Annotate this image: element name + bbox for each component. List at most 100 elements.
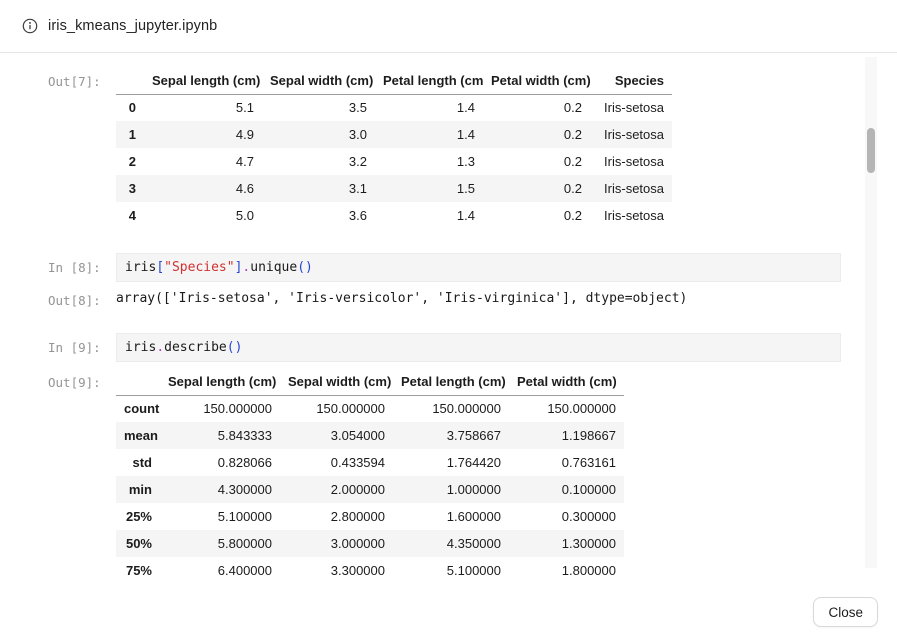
- code-token: (: [227, 340, 235, 355]
- table-cell: 3.0: [262, 121, 375, 148]
- table-cell: 3.1: [262, 175, 375, 202]
- table-cell: 5.843333: [160, 422, 280, 449]
- table-cell: 1.4: [375, 94, 483, 121]
- table-cell: 1.198667: [509, 422, 624, 449]
- table-cell: 0.763161: [509, 449, 624, 476]
- table-cell: 0.433594: [280, 449, 393, 476]
- code-token: (: [297, 260, 305, 275]
- table-row: std0.8280660.4335941.7644200.763161: [116, 449, 624, 476]
- table-cell: 1.764420: [393, 449, 509, 476]
- code-token: "Species": [164, 260, 234, 275]
- table-cell: 150.000000: [280, 395, 393, 422]
- table-header-row: Sepal length (cm)Sepal width (cm)Petal l…: [116, 68, 672, 94]
- table-cell: 3.758667: [393, 422, 509, 449]
- table-row: 45.03.61.40.2Iris-setosa: [116, 202, 672, 229]
- row-header: count: [116, 395, 160, 422]
- code-input[interactable]: iris["Species"].unique(): [116, 253, 841, 282]
- row-header: 2: [116, 148, 144, 175]
- column-header: Sepal length (cm): [144, 68, 262, 94]
- table-cell: 5.1: [144, 94, 262, 121]
- column-header: Petal length (cm): [393, 369, 509, 395]
- table-row: 05.13.51.40.2Iris-setosa: [116, 94, 672, 121]
- table-cell: 0.2: [483, 148, 590, 175]
- row-header: std: [116, 449, 160, 476]
- table-row: 25%5.1000002.8000001.6000000.300000: [116, 503, 624, 530]
- table-cell: 4.9: [144, 121, 262, 148]
- cell-out9: Out[9]: Sepal length (cm)Sepal width (cm…: [48, 369, 841, 580]
- table-cell: 0.100000: [509, 476, 624, 503]
- table-cell: 0.828066: [160, 449, 280, 476]
- output-label: Out[7]:: [48, 68, 106, 89]
- table-cell: 0.300000: [509, 503, 624, 530]
- column-header: Petal width (cm): [483, 68, 590, 94]
- cell-out8: Out[8]: array(['Iris-setosa', 'Iris-vers…: [48, 290, 841, 308]
- code-input[interactable]: iris.describe(): [116, 333, 841, 362]
- table-cell: Iris-setosa: [590, 94, 672, 121]
- table-row: min4.3000002.0000001.0000000.100000: [116, 476, 624, 503]
- preview-header: iris_kmeans_jupyter.ipynb: [0, 0, 897, 53]
- table-cell: 3.054000: [280, 422, 393, 449]
- table-cell: 150.000000: [509, 395, 624, 422]
- code-token: ): [235, 340, 243, 355]
- output-label: Out[8]:: [48, 290, 106, 308]
- table-cell: 1.000000: [393, 476, 509, 503]
- column-header: Petal length (cm): [375, 68, 483, 94]
- cell-in8: In [8]: iris["Species"].unique(): [48, 253, 841, 282]
- table-cell: 1.300000: [509, 530, 624, 557]
- row-header: 0: [116, 94, 144, 121]
- code-token: describe: [164, 340, 227, 355]
- output-area: array(['Iris-setosa', 'Iris-versicolor',…: [116, 290, 841, 308]
- input-label: In [9]:: [48, 333, 106, 362]
- row-header: 75%: [116, 557, 160, 580]
- row-header: min: [116, 476, 160, 503]
- row-header: 3: [116, 175, 144, 202]
- close-button[interactable]: Close: [813, 597, 878, 627]
- code-token: .: [156, 340, 164, 355]
- table-cell: Iris-setosa: [590, 202, 672, 229]
- table-row: 24.73.21.30.2Iris-setosa: [116, 148, 672, 175]
- table-cell: 5.0: [144, 202, 262, 229]
- info-icon: [22, 18, 38, 34]
- table-cell: 0.2: [483, 202, 590, 229]
- table-cell: 150.000000: [393, 395, 509, 422]
- table-row: 75%6.4000003.3000005.1000001.800000: [116, 557, 624, 580]
- row-header: 1: [116, 121, 144, 148]
- column-header: [116, 369, 160, 395]
- table-cell: Iris-setosa: [590, 121, 672, 148]
- column-header: [116, 68, 144, 94]
- table-cell: 1.4: [375, 202, 483, 229]
- output-area: Sepal length (cm)Sepal width (cm)Petal l…: [116, 68, 841, 229]
- notebook-content: Out[7]: Sepal length (cm)Sepal width (cm…: [0, 53, 841, 580]
- code-token: unique: [250, 260, 297, 275]
- table-cell: 2.000000: [280, 476, 393, 503]
- table-cell: 4.300000: [160, 476, 280, 503]
- table-cell: 4.350000: [393, 530, 509, 557]
- table-cell: 3.2: [262, 148, 375, 175]
- output-area: Sepal length (cm)Sepal width (cm)Petal l…: [116, 369, 841, 580]
- table-cell: 3.000000: [280, 530, 393, 557]
- table-cell: 5.800000: [160, 530, 280, 557]
- column-header: Sepal width (cm): [262, 68, 375, 94]
- file-title: iris_kmeans_jupyter.ipynb: [48, 18, 217, 34]
- table-cell: 5.100000: [393, 557, 509, 580]
- code-token: iris: [125, 260, 156, 275]
- table-row: count150.000000150.000000150.000000150.0…: [116, 395, 624, 422]
- table-cell: 0.2: [483, 175, 590, 202]
- table-cell: 4.7: [144, 148, 262, 175]
- table-row: 34.63.11.50.2Iris-setosa: [116, 175, 672, 202]
- scrollbar-thumb[interactable]: [867, 128, 875, 173]
- cell-in9: In [9]: iris.describe(): [48, 333, 841, 362]
- input-label: In [8]:: [48, 253, 106, 282]
- table-cell: Iris-setosa: [590, 175, 672, 202]
- cell-out7: Out[7]: Sepal length (cm)Sepal width (cm…: [48, 68, 841, 229]
- row-header: 4: [116, 202, 144, 229]
- code-token: ): [305, 260, 313, 275]
- text-output: array(['Iris-setosa', 'Iris-versicolor',…: [116, 290, 841, 308]
- table-row: 14.93.01.40.2Iris-setosa: [116, 121, 672, 148]
- column-header: Species: [590, 68, 672, 94]
- table-header-row: Sepal length (cm)Sepal width (cm)Petal l…: [116, 369, 624, 395]
- table-cell: 1.5: [375, 175, 483, 202]
- table-cell: 3.300000: [280, 557, 393, 580]
- scrollbar[interactable]: [865, 57, 877, 568]
- table-cell: 1.600000: [393, 503, 509, 530]
